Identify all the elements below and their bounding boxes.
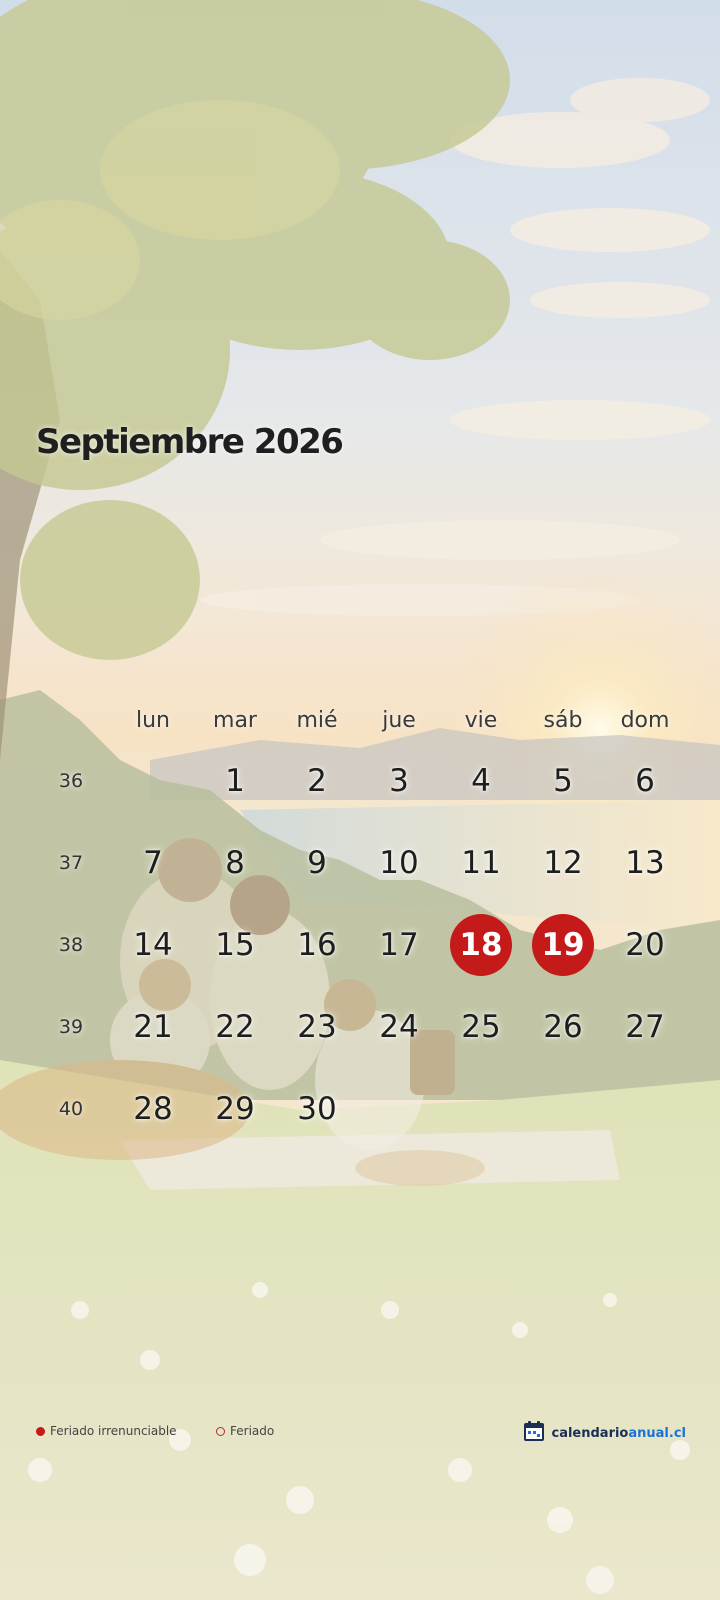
- brand-logo[interactable]: calendarioanual.cl: [523, 1420, 686, 1446]
- weekday-label: sáb: [543, 707, 583, 733]
- day-cell: 5: [553, 763, 573, 799]
- day-cell: 13: [625, 845, 665, 881]
- week-row: 36 1 2 3 4 5 6: [30, 740, 690, 822]
- day-cell: 26: [543, 1009, 583, 1045]
- brand-name-part2: anual.cl: [628, 1425, 686, 1441]
- week-number: 40: [58, 1098, 84, 1120]
- day-cell: 2: [307, 763, 327, 799]
- legend: Feriado irrenunciable Feriado calendario…: [36, 1421, 686, 1444]
- day-cell: 9: [307, 845, 327, 881]
- legend-feriado-label: Feriado: [230, 1424, 275, 1438]
- week-number: 39: [58, 1016, 84, 1038]
- weekday-label: mié: [296, 707, 338, 733]
- week-number: 36: [58, 770, 84, 792]
- legend-irrenunciable-label: Feriado irrenunciable: [50, 1424, 177, 1438]
- day-cell: 17: [379, 927, 419, 963]
- day-cell: [450, 1078, 512, 1140]
- weekday-header-row: lun mar mié jue vie sáb dom: [30, 700, 690, 740]
- weekday-label: mar: [213, 707, 257, 733]
- day-cell: 20: [625, 927, 665, 963]
- day-cell: 25: [461, 1009, 501, 1045]
- day-cell: 29: [215, 1091, 255, 1127]
- month-title: Septiembre 2026: [36, 422, 344, 462]
- week-number: 37: [58, 852, 84, 874]
- holiday-irrenunciable-day: 19: [532, 914, 594, 976]
- day-cell: 6: [635, 763, 655, 799]
- day-cell: 22: [215, 1009, 255, 1045]
- legend-item-irrenunciable: Feriado irrenunciable: [36, 1424, 177, 1438]
- day-cell: [614, 1078, 676, 1140]
- week-row: 38 14 15 16 17 18 19 20: [30, 904, 690, 986]
- day-cell: 14: [133, 927, 173, 963]
- day-cell: 30: [297, 1091, 337, 1127]
- day-cell: [532, 1078, 594, 1140]
- day-cell: 1: [225, 763, 245, 799]
- day-cell: 15: [215, 927, 255, 963]
- day-cell: [122, 750, 184, 812]
- weekday-label: dom: [620, 707, 670, 733]
- day-cell: 21: [133, 1009, 173, 1045]
- legend-item-feriado: Feriado: [216, 1424, 274, 1438]
- day-cell: 11: [461, 845, 501, 881]
- brand-name-part1: calendario: [551, 1425, 629, 1441]
- day-cell: [368, 1078, 430, 1140]
- week-row: 39 21 22 23 24 25 26 27: [30, 986, 690, 1068]
- calendar-grid: lun mar mié jue vie sáb dom 36 1 2 3 4 5…: [30, 700, 690, 1150]
- weekday-label: lun: [136, 707, 170, 733]
- holiday-irrenunciable-day: 18: [450, 914, 512, 976]
- weekday-label: jue: [382, 707, 416, 733]
- day-cell: 24: [379, 1009, 419, 1045]
- red-dot-icon: [36, 1426, 45, 1436]
- day-cell: 23: [297, 1009, 337, 1045]
- day-cell: 3: [389, 763, 409, 799]
- day-cell: 16: [297, 927, 337, 963]
- day-cell: 8: [225, 845, 245, 881]
- day-cell: 12: [543, 845, 583, 881]
- calendar-logo-icon: [523, 1420, 545, 1446]
- day-cell: 27: [625, 1009, 665, 1045]
- day-cell: 4: [471, 763, 491, 799]
- week-number: 38: [58, 934, 84, 956]
- weekday-label: vie: [464, 707, 498, 733]
- day-cell: 28: [133, 1091, 173, 1127]
- ring-dot-icon: [216, 1426, 225, 1436]
- day-cell: 10: [379, 845, 419, 881]
- week-row: 40 28 29 30: [30, 1068, 690, 1150]
- day-cell: 7: [143, 845, 163, 881]
- week-row: 37 7 8 9 10 11 12 13: [30, 822, 690, 904]
